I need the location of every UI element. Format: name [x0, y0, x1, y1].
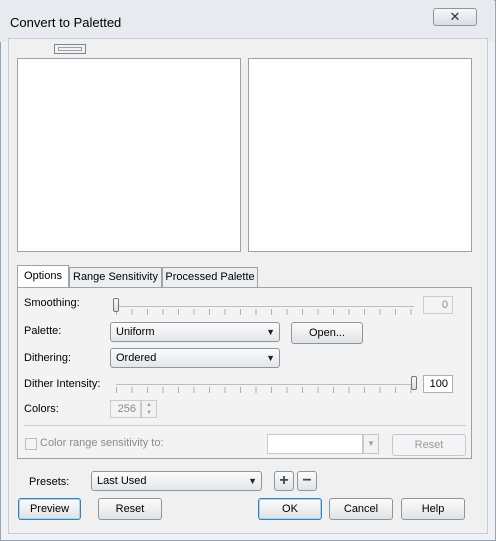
- smoothing-value-field[interactable]: 0: [423, 296, 453, 314]
- original-preview-pane: [17, 58, 241, 252]
- preview-button[interactable]: Preview: [18, 498, 81, 520]
- spin-up-icon: ▲: [146, 402, 152, 408]
- minus-icon: −: [302, 472, 312, 489]
- palette-label: Palette:: [24, 325, 62, 337]
- cancel-button[interactable]: Cancel: [329, 498, 393, 520]
- color-range-reset-button[interactable]: Reset: [392, 434, 466, 456]
- add-preset-button[interactable]: +: [274, 471, 294, 491]
- chevron-down-icon: ▼: [266, 353, 275, 363]
- chevron-down-icon[interactable]: ▼: [363, 434, 379, 454]
- remove-preset-button[interactable]: −: [297, 471, 317, 491]
- presets-selected-value: Last Used: [97, 475, 147, 487]
- smoothing-slider-ticks: [116, 309, 416, 315]
- chevron-down-icon: ▼: [248, 476, 257, 486]
- presets-dropdown[interactable]: Last Used ▼: [91, 471, 262, 491]
- dithering-label: Dithering:: [24, 352, 72, 364]
- dither-intensity-slider-track: [116, 384, 414, 385]
- tab-options[interactable]: Options: [17, 265, 69, 287]
- open-palette-button[interactable]: Open...: [291, 322, 363, 344]
- color-range-checkbox[interactable]: [25, 438, 37, 450]
- close-button[interactable]: ✕: [433, 8, 477, 26]
- smoothing-label: Smoothing:: [24, 297, 80, 309]
- preview-layout-toggle[interactable]: [54, 44, 86, 54]
- dither-intensity-label: Dither Intensity:: [24, 378, 101, 390]
- palette-selected-value: Uniform: [116, 326, 155, 338]
- tab-processed-palette[interactable]: Processed Palette: [162, 267, 258, 287]
- presets-label: Presets:: [29, 476, 70, 488]
- palette-dropdown[interactable]: Uniform ▼: [110, 322, 280, 342]
- dither-intensity-slider-ticks: [116, 387, 416, 393]
- reset-button[interactable]: Reset: [98, 498, 162, 520]
- colors-field[interactable]: 256: [110, 400, 141, 418]
- dithering-selected-value: Ordered: [116, 352, 157, 364]
- color-range-swatch[interactable]: [267, 434, 363, 454]
- spin-down-icon: ▼: [146, 410, 152, 416]
- close-icon: ✕: [449, 9, 461, 24]
- help-button[interactable]: Help: [401, 498, 465, 520]
- dithering-dropdown[interactable]: Ordered ▼: [110, 348, 280, 368]
- color-range-label: Color range sensitivity to:: [40, 437, 164, 449]
- plus-icon: +: [279, 472, 289, 489]
- dither-intensity-value-field[interactable]: 100: [423, 375, 453, 393]
- result-preview-pane: [248, 58, 472, 252]
- colors-spinner[interactable]: ▲ ▼: [141, 400, 157, 418]
- dialog-title: Convert to Paletted: [10, 15, 122, 30]
- smoothing-slider-thumb[interactable]: [113, 298, 119, 312]
- options-separator: [24, 425, 466, 426]
- tab-range-sensitivity[interactable]: Range Sensitivity: [69, 267, 162, 287]
- ok-button[interactable]: OK: [258, 498, 322, 520]
- colors-label: Colors:: [24, 403, 59, 415]
- chevron-down-icon: ▼: [266, 327, 275, 337]
- smoothing-slider-track: [116, 306, 414, 307]
- dither-intensity-slider-thumb[interactable]: [411, 376, 417, 390]
